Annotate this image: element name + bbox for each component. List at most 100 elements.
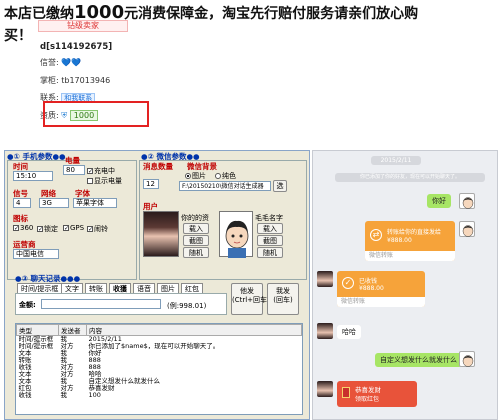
cell-content: 100 [88, 391, 101, 399]
col-sender[interactable]: 发送者 [58, 324, 87, 336]
cell-sender: 我 [60, 391, 68, 399]
system-tip: 你已添加了你的好友，现在可以开始聊天了。 [335, 173, 485, 182]
bg-select-button[interactable]: 选 [273, 180, 287, 192]
font-select[interactable]: 苹果字体 [73, 198, 117, 208]
bg-path-input[interactable]: F:\20150210\微信对话生成器 [179, 181, 271, 191]
notice-text-3: 买！ [4, 28, 32, 44]
notice-text-2: 元消费保障金，淘宝先行赔付服务请亲们放心购 [124, 6, 419, 22]
message-haha: 哈哈 [337, 325, 361, 339]
table-row[interactable]: 文本我你好 [17, 350, 302, 357]
icons-label: 图标 [13, 214, 28, 223]
table-row[interactable]: 收钱 我 100 [17, 392, 302, 399]
icon-lock-checkbox[interactable]: ✓锁定 [37, 224, 58, 234]
table-row[interactable]: 文本我自定义想发什么就发什么 [17, 378, 302, 385]
my-chat-avatar-2 [459, 221, 475, 237]
time-pill: 2015/2/11 [371, 156, 421, 165]
my-chat-avatar [459, 193, 475, 209]
other-load-button[interactable]: 载入 [183, 223, 209, 234]
check-icon: ✓ [342, 277, 354, 289]
col-content[interactable]: 内容 [86, 324, 302, 336]
other-chat-avatar-3 [317, 381, 333, 397]
icon-360-checkbox[interactable]: ✓360 [13, 224, 33, 232]
transfer-icon: ⇄ [370, 229, 382, 241]
transfer-out-amount: ¥888.00 [387, 237, 412, 244]
cell-content: 888 [88, 363, 101, 371]
msg-count-input[interactable]: 12 [143, 179, 159, 189]
send-as-me-button[interactable]: 我发 (回车) [267, 283, 299, 315]
charging-label: 充电中 [94, 167, 115, 175]
table-row[interactable]: 转账我 888 [17, 357, 302, 364]
cell-content: 你已添加了$name$，现在可以开始聊天了。 [88, 342, 220, 350]
message-custom: 自定义想发什么就发什么 [375, 353, 462, 367]
other-random-button[interactable]: 随机 [183, 247, 209, 258]
icon-gps-checkbox[interactable]: ✓GPS [63, 224, 84, 232]
transfer-out-title: 转账给你的直接发给 [387, 229, 442, 236]
bg-image-label: 图片 [192, 172, 206, 180]
owner-name[interactable]: tb17013946 [61, 76, 110, 85]
qualification-highlight-box [43, 101, 149, 127]
credit-row: 信誉: 💙💙 [40, 57, 81, 68]
transfer-out-foot: 微信转账 [365, 251, 455, 261]
cell-content: 你好 [88, 349, 102, 357]
other-avatar[interactable] [143, 211, 179, 257]
transfer-in-foot: 微信转账 [337, 297, 425, 307]
chat-log-table[interactable]: 类型 发送者 内容 时间/提示框我 2015/2/11 时间/提示框 对方 你已添加了… [15, 323, 303, 415]
icon-gps-label: GPS [70, 224, 85, 232]
my-cut-button[interactable]: 截图 [257, 235, 283, 246]
heart-icon: 💙💙 [61, 58, 82, 67]
seller-level-ribbon: 钻级卖家 [38, 20, 128, 32]
icon-alarm-label: 闹铃 [94, 225, 108, 233]
msg-count-label: 消息数量 [143, 162, 173, 171]
send-as-other-button[interactable]: 他发 (Ctrl+回车) [231, 283, 270, 315]
my-avatar[interactable] [219, 211, 253, 258]
other-profile-name: 你的的资 [181, 214, 209, 222]
battery-input[interactable]: 80 [63, 165, 85, 175]
bg-pure-label: 纯色 [222, 172, 236, 180]
transfer-in-card[interactable]: ✓ 已收钱 ¥888.00 微信转账 [337, 271, 425, 307]
credit-label: 信誉: [40, 58, 59, 67]
send-as-other-shortcut: (Ctrl+回车) [232, 296, 270, 304]
bg-image-radio[interactable]: 图片 [185, 171, 206, 181]
table-row[interactable]: 时间/提示框 对方 你已添加了$name$，现在可以开始聊天了。 [17, 343, 302, 350]
other-chat-avatar [317, 271, 333, 287]
network-select[interactable]: 3G [39, 198, 69, 208]
redpack-title: 恭喜发财 [355, 386, 381, 394]
redpack-icon [342, 387, 350, 398]
icon-360-label: 360 [20, 224, 34, 232]
my-load-button[interactable]: 载入 [257, 223, 283, 234]
show-battery-checkbox[interactable]: 显示电量 [87, 176, 122, 186]
bg-pure-radio[interactable]: 纯色 [215, 171, 236, 181]
table-row[interactable]: 红包 对方 恭喜发财 [17, 385, 302, 392]
icon-alarm-checkbox[interactable]: ✓闹铃 [87, 224, 108, 234]
send-as-me-shortcut: (回车) [273, 296, 293, 304]
signal-input[interactable]: 4 [13, 198, 31, 208]
my-chat-avatar-3 [459, 351, 475, 367]
transfer-in-title: 已收钱 [359, 278, 378, 285]
table-row[interactable]: 收钱 对方 888 [17, 364, 302, 371]
amount-input[interactable] [41, 299, 161, 309]
other-cut-button[interactable]: 截图 [183, 235, 209, 246]
other-chat-avatar-2 [317, 323, 333, 339]
my-random-button[interactable]: 随机 [257, 247, 283, 258]
transfer-in-amount: ¥888.00 [359, 285, 384, 292]
cell-type: 收钱 [18, 391, 32, 399]
cell-content: 自定义想发什么就发什么 [88, 377, 161, 385]
col-type[interactable]: 类型 [16, 324, 59, 336]
wechat-generator-window: ●① 手机参数●● 时间 15:10 电量 80 ✓充电中 显示电量 信号 4 … [4, 150, 310, 420]
owner-label: 掌柜: [40, 76, 59, 85]
carrier-select[interactable]: 中国电信 [13, 249, 59, 259]
time-input[interactable]: 15:10 [13, 171, 53, 181]
cell-content: 恭喜发财 [88, 384, 115, 392]
shop-uid: d[s114192675] [40, 42, 113, 52]
charging-checkbox[interactable]: ✓充电中 [87, 166, 115, 176]
send-as-other-label: 他发 [240, 287, 254, 295]
redpack-sub: 领取红包 [355, 396, 380, 403]
cartoon-avatar-icon [225, 220, 249, 258]
message-hello: 你好 [427, 194, 451, 208]
amount-hint: (例:998.01) [167, 302, 207, 310]
cell-content: 888 [88, 356, 101, 364]
redpack-card[interactable]: 恭喜发财 领取红包 [337, 381, 417, 407]
send-as-me-label: 我发 [276, 287, 290, 295]
amount-label: 金额: [19, 301, 36, 309]
transfer-out-card[interactable]: ⇄ 转账给你的直接发给 ¥888.00 微信转账 [365, 221, 455, 261]
